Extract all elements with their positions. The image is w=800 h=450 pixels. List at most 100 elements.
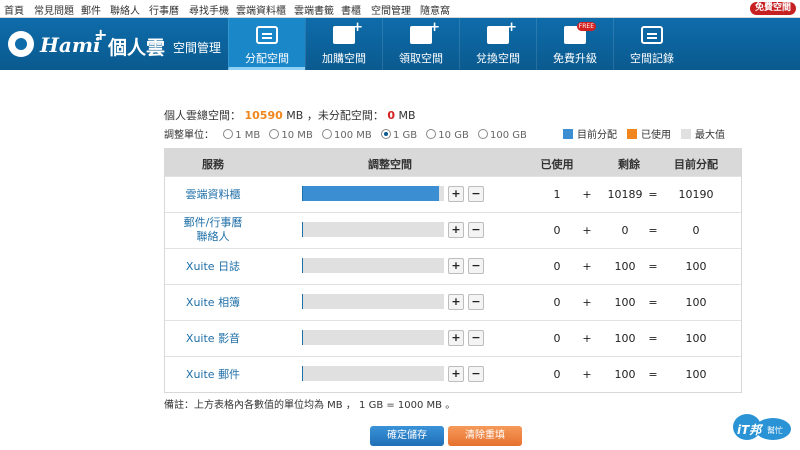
increase-button[interactable]: + [448,366,464,382]
allocation-bar[interactable] [302,258,444,273]
allocation-bar[interactable] [302,186,444,201]
nav-label: 分配空間 [245,52,289,65]
nav-free-upgrade[interactable]: 免費升級 [536,18,613,70]
increase-button[interactable]: + [448,258,464,274]
allocation-bar[interactable] [302,294,444,309]
unit-radio-100mb[interactable] [322,129,332,139]
space-summary: 個人雲總空間： 10590 MB ，未分配空間： 0 MB [164,107,416,123]
service-name-link[interactable]: Xuite 影音 [165,332,261,346]
unit-radio-1mb[interactable] [223,129,234,139]
header-current: 目前分配 [674,158,718,171]
top-menu-cloud-drive[interactable]: 雲端資料櫃 [236,2,286,17]
decrease-button[interactable]: − [468,330,484,346]
unit-option-label: 1 MB [235,130,261,141]
equals-operator: = [648,224,658,237]
service-name: Xuite 郵件 [185,368,241,381]
current-value: 100 [685,368,707,381]
unit-option-label: 100 GB [490,130,527,141]
increase-button[interactable]: + [448,222,464,238]
current-value: 100 [685,260,707,273]
current-value: 100 [685,296,707,309]
unit-option-label: 100 MB [334,130,372,141]
service-name-link[interactable]: 郵件/行事曆 聯絡人 [165,216,261,244]
top-menu-xuite[interactable]: 隨意窩 [420,2,450,17]
top-menu-faq[interactable]: 常見問題 [34,2,74,17]
allocation-bar[interactable] [302,366,444,381]
hami-logo[interactable]: Hami + 個人雲 空間管理 [8,25,228,65]
reset-button[interactable]: 清除重填 [448,426,522,446]
increase-button[interactable]: + [448,330,464,346]
nav-buy-space[interactable]: 加購空間 [305,18,382,70]
top-menu-bar: 首頁 常見問題 郵件 聯絡人 行事曆 尋找手機 雲端資料櫃 雲端書籤 書櫃 空間… [0,0,800,18]
top-menu-mail[interactable]: 郵件 [81,2,101,17]
decrease-button[interactable]: − [468,294,484,310]
nav-label: 加購空間 [322,52,366,65]
nav-label: 兌換空間 [476,52,520,65]
table-row: Xuite 郵件 + −0 +100 = 100 [165,356,741,393]
table-row: Xuite 影音 + −0 +100 = 100 [165,320,741,357]
unallocated-unit: MB [398,109,416,122]
service-name-line2: 聯絡人 [196,230,230,243]
equals-operator: = [648,188,658,201]
allocation-bar[interactable] [302,330,444,345]
header-used: 已使用 [540,158,574,171]
decrease-button[interactable]: − [468,186,484,202]
nav-space-record[interactable]: 空間記錄 [613,18,690,70]
plus-operator: + [582,188,592,201]
top-menu-find-phone[interactable]: 尋找手機 [189,2,229,17]
unit-radio-100gb[interactable] [478,129,488,139]
increase-button[interactable]: + [448,186,464,202]
document-icon [256,26,278,44]
legend-used-swatch [627,129,637,139]
unit-radio-10mb[interactable] [269,129,280,139]
receive-storage-icon [410,20,440,44]
decrease-button[interactable]: − [468,366,484,382]
service-name-link[interactable]: Xuite 相簿 [165,296,261,310]
unit-option-label: 1 GB [392,130,418,141]
total-space-label: 個人雲總空間： [164,109,241,122]
allocation-table: 服務 調整空間 已使用 剩餘 目前分配 雲端資料櫃 + −1 +10189 = 10190… [164,148,742,393]
header-adjust: 調整空間 [368,158,412,171]
legend-current: 目前分配 [563,126,617,141]
top-menu-space-mgmt[interactable]: 空間管理 [371,2,411,17]
plus-operator: + [582,368,592,381]
service-name-link[interactable]: 雲端資料櫃 [165,188,261,202]
increase-button[interactable]: + [448,294,464,310]
save-button[interactable]: 確定儲存 [370,426,444,446]
add-storage-icon [333,20,363,44]
unit-radio-1gb[interactable] [380,129,391,139]
record-icon [641,26,663,44]
watermark-text: iT邦 [737,423,762,437]
service-name-link[interactable]: Xuite 郵件 [165,368,261,382]
allocation-bar-fill [303,186,440,201]
nav-allocate-space[interactable]: 分配空間 [228,18,305,70]
ithome-logo: iT邦 幫忙 [733,412,795,442]
exchange-storage-icon [487,20,517,44]
decrease-button[interactable]: − [468,258,484,274]
unit-selector: 調整單位： 1 MB 10 MB 100 MB 1 GB 10 GB 100 G… [164,126,527,141]
top-menu-bookmarks[interactable]: 雲端書籤 [294,2,334,17]
top-menu-calendar[interactable]: 行事曆 [149,2,179,17]
watermark-subtext: 幫忙 [767,426,783,435]
nav-receive-space[interactable]: 領取空間 [382,18,459,70]
top-menu-home[interactable]: 首頁 [4,2,24,17]
logo-sub-text: 空間管理 [173,41,222,55]
free-space-button[interactable]: 免費空間 [749,2,796,15]
nav-exchange-space[interactable]: 兌換空間 [459,18,536,70]
total-space-unit: MB [286,109,304,122]
service-name: Xuite 日誌 [185,260,241,273]
legend-max-swatch [681,129,691,139]
top-menu-contacts[interactable]: 聯絡人 [110,2,140,17]
service-name-link[interactable]: Xuite 日誌 [165,260,261,274]
legend-current-label: 目前分配 [577,130,617,141]
unit-selector-label: 調整單位： [164,130,214,141]
plus-operator: + [582,224,592,237]
service-name: Xuite 影音 [185,332,241,345]
unit-option-label: 10 MB [281,130,313,141]
logo-name-text: 個人雲 [108,37,166,59]
unit-radio-10gb[interactable] [426,129,437,139]
decrease-button[interactable]: − [468,222,484,238]
top-menu-bookshelf[interactable]: 書櫃 [341,2,361,17]
current-value: 10190 [678,188,714,201]
allocation-bar[interactable] [302,222,444,237]
